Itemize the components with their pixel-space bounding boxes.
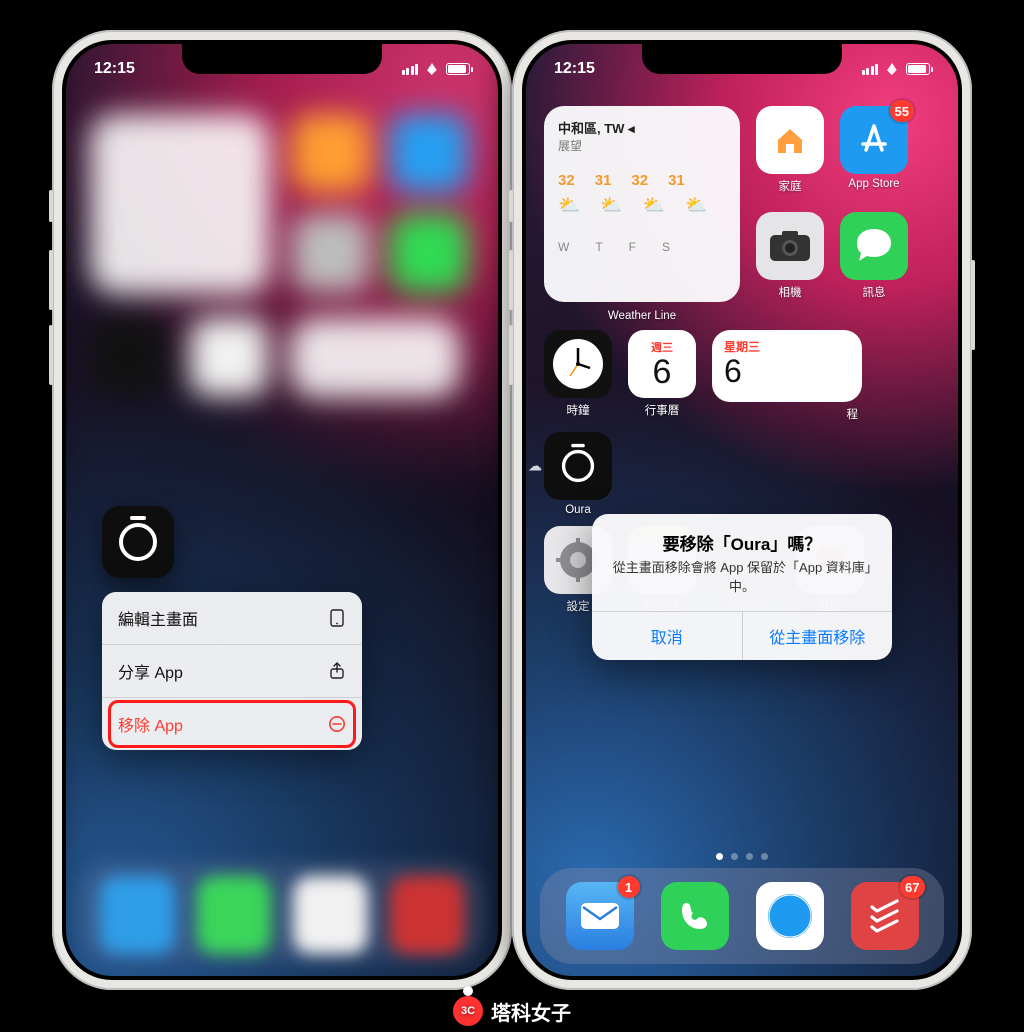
weather-location: 中和區, TW ◂ — [558, 121, 635, 136]
wifi-icon — [424, 63, 440, 75]
context-menu: 編輯主畫面 分享 App 移除 App — [102, 592, 362, 750]
cellular-icon — [402, 64, 419, 75]
day-1: T — [595, 240, 602, 254]
status-time: 12:15 — [554, 60, 595, 78]
status-time: 12:15 — [94, 60, 135, 78]
schedule-widget[interactable]: 星期三 6 — [712, 330, 862, 402]
day-0: W — [558, 240, 569, 254]
weather-outlook: 展望 — [558, 137, 726, 154]
mail-app[interactable]: 1 — [566, 882, 634, 950]
menu-remove-app[interactable]: 移除 App — [102, 698, 362, 750]
messages-app[interactable] — [840, 212, 908, 280]
alert-cancel-button[interactable]: 取消 — [592, 612, 743, 660]
phone-right: 12:15 中和區, TW ◂ 展望 — [512, 30, 972, 990]
menu-share-label: 分享 App — [118, 659, 183, 683]
temp-0: 32 — [558, 172, 575, 189]
schedule-weekday: 星期三 — [724, 338, 850, 355]
remove-alert: 要移除「Oura」嗎？ 從主畫面移除會將 App 保留於「App 資料庫」中。 … — [592, 514, 892, 660]
appstore-badge: 55 — [890, 100, 914, 122]
page-dots[interactable] — [716, 853, 768, 860]
notch — [642, 44, 842, 74]
todoist-app[interactable]: 67 — [851, 882, 919, 950]
day-3: S — [662, 240, 670, 254]
home-app[interactable] — [756, 106, 824, 174]
day-2: F — [629, 240, 636, 254]
menu-edit-label: 編輯主畫面 — [118, 606, 198, 630]
mail-badge: 1 — [618, 876, 640, 898]
phone-app[interactable] — [661, 882, 729, 950]
todoist-badge: 67 — [900, 876, 924, 898]
mute-switch[interactable] — [509, 190, 513, 222]
safari-app[interactable] — [756, 882, 824, 950]
schedule-day: 6 — [724, 355, 850, 387]
camera-label: 相機 — [779, 284, 802, 300]
clock-app[interactable] — [544, 330, 612, 398]
menu-share-app[interactable]: 分享 App — [102, 645, 362, 698]
dock-blurred — [80, 862, 484, 962]
oura-ring-icon — [562, 450, 594, 482]
alert-title: 要移除「Oura」嗎？ — [592, 514, 892, 559]
oura-ring-icon — [119, 523, 157, 561]
settings-label: 設定 — [567, 598, 590, 614]
power-button[interactable] — [971, 260, 975, 350]
phone-left: 12:15 — [52, 30, 512, 990]
alert-message: 從主畫面移除會將 App 保留於「App 資料庫」中。 — [592, 559, 892, 611]
menu-remove-label: 移除 App — [118, 712, 183, 736]
temp-3: 31 — [668, 172, 685, 189]
mute-switch[interactable] — [49, 190, 53, 222]
cellular-icon — [862, 64, 879, 75]
temp-1: 31 — [595, 172, 612, 189]
temp-2: 32 — [631, 172, 648, 189]
remove-icon — [328, 715, 346, 733]
volume-down-button[interactable] — [49, 325, 53, 385]
oura-label: Oura — [565, 504, 591, 516]
volume-down-button[interactable] — [509, 325, 513, 385]
watermark-badge: 3C — [453, 996, 483, 1026]
alert-confirm-button[interactable]: 從主畫面移除 — [743, 612, 893, 660]
schedule-tail: 程 — [847, 406, 859, 422]
appstore-app[interactable]: 55 — [840, 106, 908, 174]
weather-widget[interactable]: 中和區, TW ◂ 展望 32 31 32 31 ⛅⛅⛅⛅ — [544, 106, 740, 302]
calendar-app[interactable]: 週三 6 — [628, 330, 696, 398]
oura-app-icon[interactable] — [102, 506, 174, 578]
wifi-icon — [884, 63, 900, 75]
home-label: 家庭 — [779, 178, 802, 194]
battery-icon — [446, 63, 470, 75]
calendar-day: 6 — [653, 355, 672, 389]
share-icon — [328, 662, 346, 680]
volume-up-button[interactable] — [509, 250, 513, 310]
watermark: 3C 塔科女子 — [453, 996, 571, 1026]
watermark-text: 塔科女子 — [491, 997, 571, 1026]
clock-label: 時鐘 — [567, 402, 590, 418]
weather-icons: ⛅⛅⛅⛅ — [558, 195, 726, 216]
cloud-icon: ☁ — [528, 458, 542, 475]
messages-label: 訊息 — [863, 284, 886, 300]
appstore-label: App Store — [848, 178, 899, 190]
camera-app[interactable] — [756, 212, 824, 280]
dock: 1 67 — [540, 868, 944, 964]
volume-up-button[interactable] — [49, 250, 53, 310]
calendar-label: 行事曆 — [645, 402, 680, 418]
menu-edit-home[interactable]: 編輯主畫面 — [102, 592, 362, 645]
notch — [182, 44, 382, 74]
weather-widget-name: Weather Line — [608, 310, 676, 322]
battery-icon — [906, 63, 930, 75]
phone-icon — [328, 609, 346, 627]
oura-app[interactable]: ☁ — [544, 432, 612, 500]
